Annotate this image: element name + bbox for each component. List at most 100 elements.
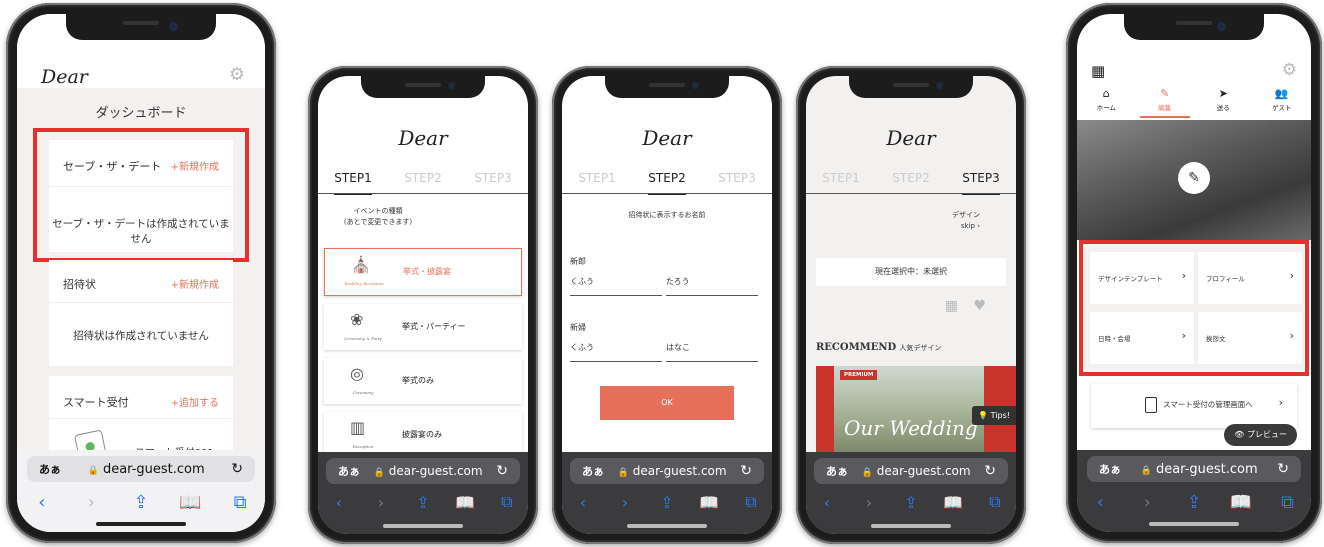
forward-icon[interactable]: ›	[1135, 492, 1159, 513]
bookmarks-icon[interactable]: 📖	[941, 493, 965, 512]
groom-last-name-input[interactable]: くふう	[570, 276, 662, 296]
lock-icon: 🔒	[1140, 465, 1152, 476]
gear-icon[interactable]: ⚙	[229, 64, 245, 85]
phone-editor: ▦ ⚙ ⌂ ホーム ✎ 編集 ➤ 送る 👥 ゲスト ✎ デザインテンプレート › プロフィール › 日…	[1066, 3, 1322, 543]
nav-tab[interactable]: ✎ 編集	[1139, 88, 1190, 118]
back-icon[interactable]: ‹	[815, 493, 839, 512]
share-icon[interactable]: ⇪	[411, 493, 435, 512]
cake-icon: ▥	[350, 418, 366, 437]
notch	[361, 76, 485, 98]
guests-icon: 👥	[1274, 87, 1289, 100]
reload-icon[interactable]: ↻	[740, 463, 752, 479]
back-icon[interactable]: ‹	[1088, 492, 1112, 513]
ok-button[interactable]: OK	[600, 386, 734, 420]
bride-last-name-input[interactable]: くふう	[570, 342, 662, 362]
forward-icon[interactable]: ›	[613, 493, 637, 512]
notch	[605, 76, 729, 98]
url-bar[interactable]: あぁ 🔒 dear-guest.com ↻	[326, 458, 520, 484]
pencil-edit-button[interactable]: ✎	[1178, 162, 1210, 194]
bookmarks-icon[interactable]: 📖	[1229, 492, 1253, 513]
lock-icon: 🔒	[861, 468, 873, 478]
url-bar[interactable]: あぁ 🔒 dear-guest.com ↻	[27, 456, 255, 482]
share-icon[interactable]: ⇪	[1182, 492, 1206, 513]
screen: Dear STEP1 STEP2 STEP3 イベントの種類 (あとで変更できま…	[318, 76, 528, 534]
url-bar[interactable]: あぁ 🔒 dear-guest.com ↻	[1087, 456, 1301, 482]
app-logo: Dear	[398, 126, 448, 150]
back-icon[interactable]: ‹	[571, 493, 595, 512]
home-icon: ⌂	[1102, 87, 1110, 100]
event-type-option[interactable]: ❀ Ceremony & Party 挙式・パーティー	[324, 304, 522, 350]
reload-icon[interactable]: ↻	[231, 461, 243, 477]
favorite-heart-icon[interactable]: ♥	[973, 298, 986, 314]
share-icon[interactable]: ⇪	[899, 493, 923, 512]
invitation-card: 招待状 +新規作成 招待状は作成されていません	[49, 260, 233, 366]
home-indicator	[96, 522, 186, 526]
forward-icon[interactable]: ›	[857, 493, 881, 512]
reload-icon[interactable]: ↻	[984, 463, 996, 479]
text-size-button[interactable]: あぁ	[582, 463, 604, 479]
nav-tab[interactable]: ⌂ ホーム	[1081, 88, 1131, 118]
step-tab-1: STEP1	[822, 171, 860, 185]
reload-icon[interactable]: ↻	[496, 463, 508, 479]
text-size-button[interactable]: あぁ	[338, 463, 360, 479]
app-logo: Dear	[41, 66, 88, 88]
event-type-option[interactable]: ⛪ Wedding Reception 挙式・披露宴	[324, 248, 522, 296]
chevron-right-icon: ›	[1278, 396, 1283, 409]
nav-tab-label: ホーム	[1096, 104, 1116, 112]
bookmarks-icon[interactable]: 📖	[697, 493, 721, 512]
card-label: スマート受付	[63, 396, 129, 409]
share-icon[interactable]: ⇪	[129, 492, 153, 513]
nav-tab[interactable]: 👥 ゲスト	[1257, 88, 1307, 118]
grid-view-icon[interactable]: ▦	[945, 298, 958, 314]
skip-link[interactable]: skip ›	[961, 222, 980, 230]
app-logo: Dear	[886, 126, 936, 150]
nav-tab[interactable]: ➤ 送る	[1198, 88, 1248, 118]
bookmarks-icon[interactable]: 📖	[453, 493, 477, 512]
text-size-button[interactable]: あぁ	[1099, 461, 1121, 477]
add-smart-reception-button[interactable]: +追加する	[171, 394, 219, 409]
bride-first-name-input[interactable]: はなこ	[666, 342, 758, 362]
share-icon[interactable]: ⇪	[655, 493, 679, 512]
eye-icon: 👁	[1234, 430, 1245, 439]
forward-icon[interactable]: ›	[79, 492, 103, 513]
tabs-icon[interactable]: ⧉	[228, 492, 252, 513]
nav-tab-label: 編集	[1158, 104, 1172, 112]
tabs-icon[interactable]: ⧉	[1276, 492, 1300, 513]
banner-script-text: Our Wedding	[844, 416, 978, 440]
back-icon[interactable]: ‹	[30, 492, 54, 513]
step-tab-1: STEP1	[578, 171, 616, 185]
lock-icon: 🔒	[373, 468, 385, 478]
groom-first-name-input[interactable]: たろう	[666, 276, 758, 296]
grid-menu-icon[interactable]: ▦	[1091, 62, 1105, 80]
event-type-option[interactable]: ◎ Ceremony 挙式のみ	[324, 358, 522, 404]
browser-bar: あぁ 🔒 dear-guest.com ↻ ‹ › ⇪ 📖 ⧉	[318, 452, 528, 534]
highlight-box	[33, 128, 249, 262]
tabs-icon[interactable]: ⧉	[495, 492, 519, 512]
nav-tab-label: 送る	[1216, 104, 1230, 112]
forward-icon[interactable]: ›	[369, 493, 393, 512]
text-size-button[interactable]: あぁ	[39, 461, 61, 477]
url-domain: dear-guest.com	[876, 464, 971, 478]
bookmarks-icon[interactable]: 📖	[179, 492, 203, 513]
smart-reception-link[interactable]: スマート受付の管理画面へ ›	[1091, 384, 1297, 428]
step-tab-3: STEP3	[962, 171, 1000, 195]
preview-button[interactable]: 👁 プレビュー	[1224, 424, 1297, 446]
reload-icon[interactable]: ↻	[1277, 461, 1289, 477]
lock-icon: 🔒	[87, 465, 99, 476]
url-bar[interactable]: あぁ 🔒 dear-guest.com ↻	[814, 458, 1008, 484]
gear-icon[interactable]: ⚙	[1282, 60, 1297, 80]
option-label: 挙式・披露宴	[403, 267, 451, 276]
new-invitation-button[interactable]: +新規作成	[171, 276, 219, 291]
text-size-button[interactable]: あぁ	[826, 463, 848, 479]
phone-step2: Dear STEP1 STEP2 STEP3 招待状に表示するお名前 新郎 くふ…	[552, 66, 782, 544]
back-icon[interactable]: ‹	[327, 493, 351, 512]
card-label: 招待状	[63, 278, 96, 291]
url-domain: dear-guest.com	[1155, 461, 1258, 477]
url-bar[interactable]: あぁ 🔒 dear-guest.com ↻	[570, 458, 764, 484]
recommend-banner[interactable]: PREMIUM Our Wedding 💡 Tips!	[816, 366, 1016, 466]
tips-button[interactable]: 💡 Tips!	[972, 406, 1016, 425]
step-tab-3: STEP3	[718, 171, 756, 185]
design-thumbnail[interactable]: PREMIUM Our Wedding	[834, 366, 984, 466]
tabs-icon[interactable]: ⧉	[983, 492, 1007, 512]
tabs-icon[interactable]: ⧉	[739, 492, 763, 512]
